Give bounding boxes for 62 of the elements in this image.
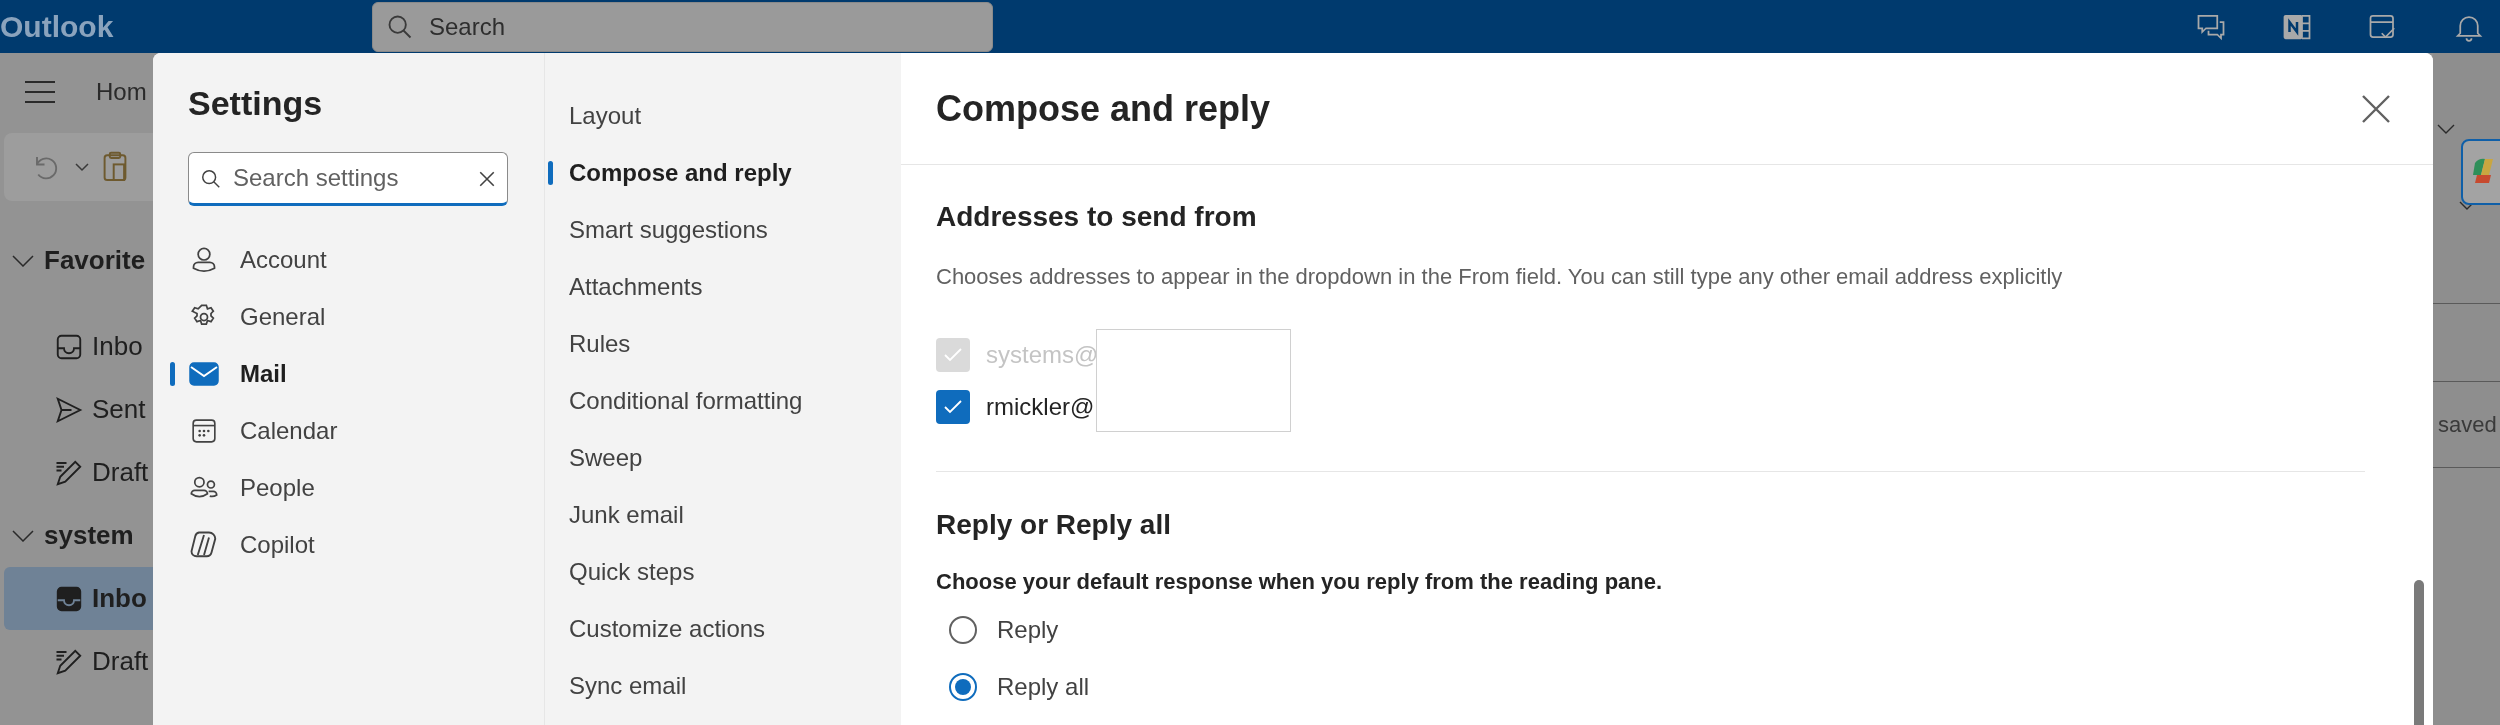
copilot-button[interactable]	[2461, 139, 2500, 205]
search-field[interactable]: Search settings	[188, 152, 508, 206]
settings-category[interactable]: Calendar	[170, 402, 544, 459]
search-field[interactable]: Search	[372, 1, 993, 52]
folder-group-label[interactable]: Favorite	[44, 241, 146, 280]
radio-label: Reply	[997, 614, 1059, 645]
folder-group-label[interactable]: system	[44, 516, 134, 555]
settings-category[interactable]: People	[170, 459, 544, 516]
section-description: Chooses addresses to appear in the dropdown in the From field. You can still type any other email address explicitly	[936, 263, 2064, 291]
folder-item[interactable]: Draft	[4, 630, 153, 693]
page-title: Compose and reply	[936, 86, 1271, 131]
section-heading: Reply or Reply all	[936, 508, 1172, 542]
settings-category[interactable]: Mail	[170, 345, 544, 402]
selection-indicator	[548, 161, 553, 185]
preview-text: saved	[2438, 411, 2497, 439]
copilot-icon	[189, 529, 219, 560]
section-heading: Addresses to send from	[936, 200, 1258, 234]
checkbox-label: rmickler@	[986, 392, 1095, 422]
selection-indicator	[170, 362, 175, 386]
settings-category[interactable]: General	[170, 288, 544, 345]
clipboard-icon[interactable]	[102, 151, 128, 183]
folder-item[interactable]: Inbo	[4, 567, 153, 630]
chevron-down-icon[interactable]	[74, 162, 90, 172]
close-icon[interactable]	[2361, 93, 2391, 124]
menu-icon[interactable]	[24, 80, 56, 104]
search-icon	[200, 168, 222, 190]
settings-subcategory[interactable]: Sweep	[545, 429, 901, 486]
settings-subcategory[interactable]: Quick steps	[545, 543, 901, 600]
settings-category[interactable]: Account	[170, 231, 544, 288]
calendar-icon	[191, 417, 217, 444]
section-description: Choose your default response when you reply from the reading pane.	[936, 568, 1664, 596]
chevron-down-icon[interactable]	[12, 254, 34, 267]
folder-item[interactable]: Inbo	[4, 315, 153, 378]
radio-button[interactable]	[949, 672, 977, 701]
settings-subcategory[interactable]: Conditional formatting	[545, 372, 901, 429]
radio-button[interactable]	[949, 615, 977, 644]
settings-subcategory[interactable]: Compose and reply	[545, 144, 901, 201]
checkmark-icon	[943, 347, 963, 363]
clear-icon[interactable]	[478, 170, 496, 188]
chevron-down-icon[interactable]	[2437, 124, 2455, 134]
checkmark-icon	[943, 399, 963, 415]
settings-category[interactable]: Copilot	[170, 516, 544, 573]
folder-item[interactable]: Draft	[4, 441, 153, 504]
settings-subcategory[interactable]: Smart suggestions	[545, 201, 901, 258]
checkbox-label: systems@	[986, 340, 1099, 370]
checkbox[interactable]	[936, 390, 970, 424]
radio-label: Reply all	[997, 671, 1090, 702]
settings-subcategory[interactable]: Layout	[545, 87, 901, 144]
dialog-title: Settings	[188, 83, 324, 123]
app-name: Outlook	[0, 9, 115, 45]
settings-subcategory[interactable]: Junk email	[545, 486, 901, 543]
settings-subcategory[interactable]: Customize actions	[545, 600, 901, 657]
chevron-down-icon[interactable]	[12, 529, 34, 542]
mail-icon	[189, 360, 219, 387]
send-icon	[54, 394, 84, 425]
folder-item[interactable]: Sent	[4, 378, 153, 441]
person-icon	[190, 245, 218, 274]
settings-subcategory[interactable]: Rules	[545, 315, 901, 372]
settings-subcategory[interactable]: Attachments	[545, 258, 901, 315]
tab-label[interactable]: Hom	[96, 74, 147, 110]
scrollbar-thumb[interactable]	[2414, 580, 2424, 725]
settings-subcategory[interactable]: Sync email	[545, 657, 901, 714]
